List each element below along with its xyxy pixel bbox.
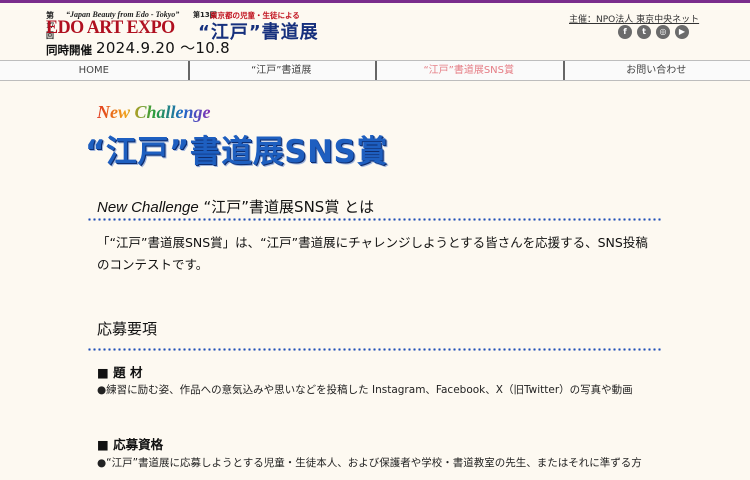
event-dates: 2024.9.20 〜10.8 [96, 39, 231, 57]
about-heading: New Challenge “江戸”書道展SNS賞 とは [97, 196, 374, 217]
facebook-icon[interactable]: f [618, 25, 632, 39]
hero-title: “江戸”書道展SNS賞 [85, 134, 388, 170]
hero-new-challenge: New Challenge [97, 102, 211, 122]
youtube-icon[interactable]: ▶ [675, 25, 689, 39]
requirements-heading: 応募要項 [97, 320, 158, 338]
about-text: 「“江戸”書道展SNS賞」は、“江戸”書道展にチャレンジしようとする皆さんを応援… [97, 235, 648, 272]
expo-title: EDO ART EXPO [46, 17, 175, 38]
nav-contact[interactable]: お問い合わせ [562, 61, 750, 80]
eligibility-heading: ■ 応募資格 [97, 437, 164, 452]
eligibility-text: ●“江戸”書道展に応募しようとする児童・生徒本人、および保護者や学校・書道教室の… [97, 457, 642, 469]
theme-text: ●練習に励む姿、作品への意気込みや思いなどを投稿した Instagram、Fac… [97, 384, 633, 396]
twitter-icon[interactable]: t [637, 25, 651, 39]
about-heading-text: “江戸”書道展SNS賞 とは [203, 198, 375, 216]
nav-shodo-exhibition[interactable]: “江戸”書道展 [187, 61, 376, 80]
theme-heading: ■ 題 材 [97, 365, 143, 380]
requirements-divider [87, 348, 663, 351]
about-heading-italic: New Challenge [97, 199, 199, 216]
nav-home[interactable]: HOME [0, 61, 188, 80]
nav-sns-award[interactable]: “江戸”書道展SNS賞 [375, 61, 563, 80]
about-divider [87, 218, 663, 221]
site-header: 第17回 “Japan Beauty from Edo - Tokyo” EDO… [0, 3, 750, 59]
main-nav: HOME “江戸”書道展 “江戸”書道展SNS賞 お問い合わせ [0, 60, 750, 81]
organizer-link[interactable]: 主催：NPO法人 東京中央ネット [569, 12, 699, 25]
concurrent-label: 同時開催 [46, 43, 92, 57]
instagram-icon[interactable]: ◎ [656, 25, 670, 39]
social-links: f t ◎ ▶ [618, 25, 689, 39]
